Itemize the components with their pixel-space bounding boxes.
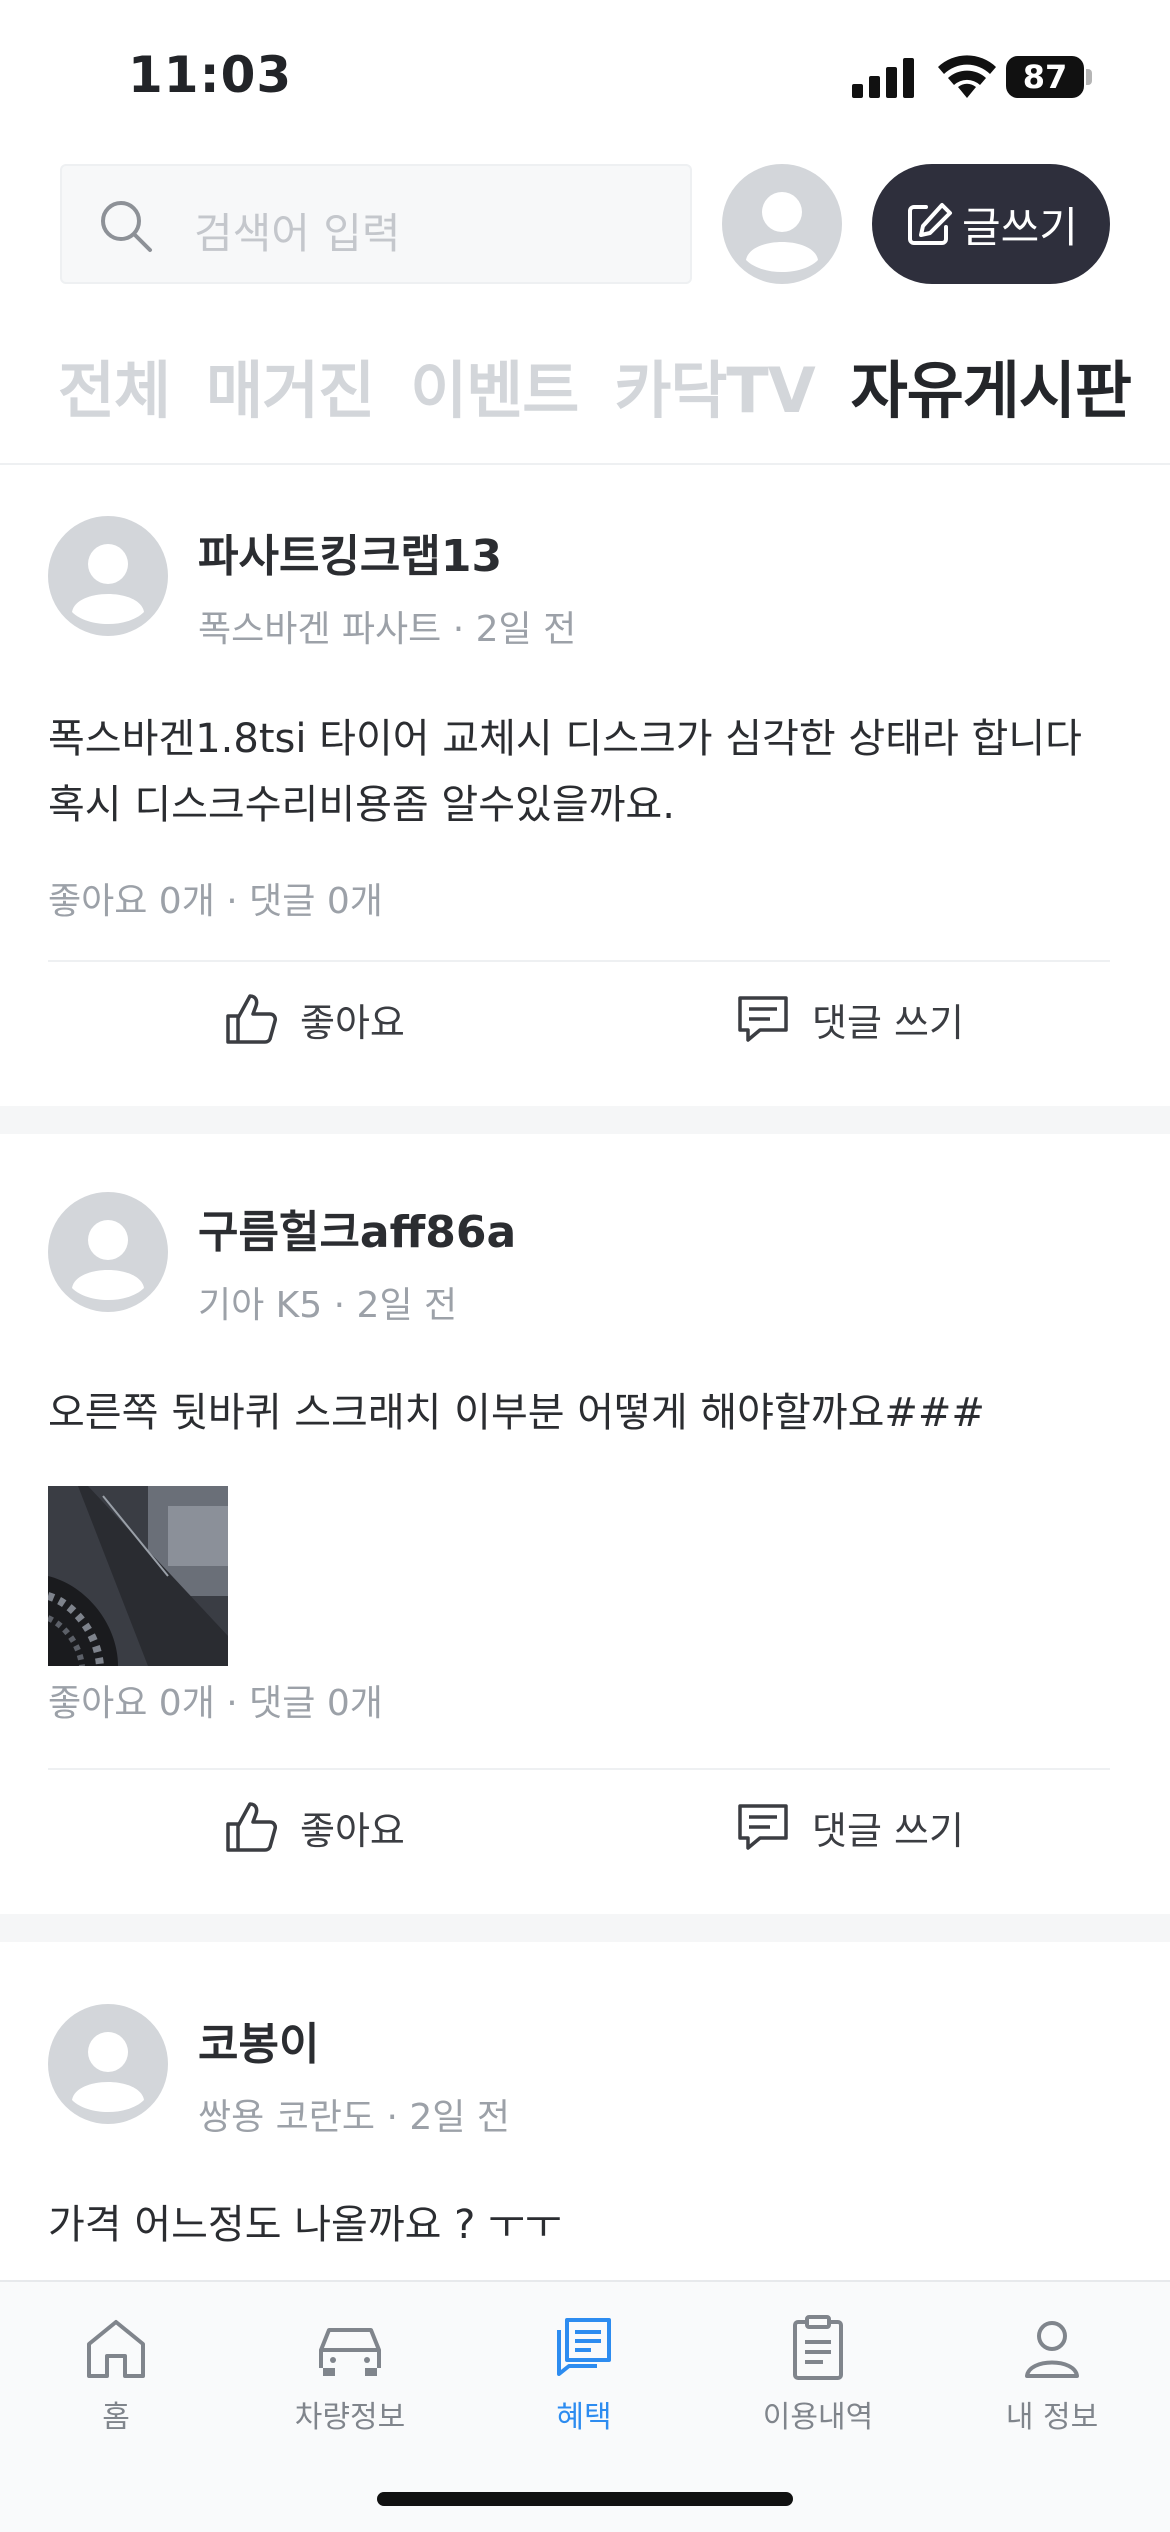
car-model: 쌍용 코란도 (198, 2097, 376, 2138)
comment-label: 댓글 쓰기 (812, 1808, 964, 1853)
divider (48, 1768, 1110, 1770)
post-meta: 폭스바겐 파사트 · 2일 전 (198, 609, 577, 650)
search-input[interactable]: 검색어 입력 (60, 164, 692, 284)
like-count: 좋아요 0개 (48, 881, 215, 922)
author-name[interactable]: 코봉이 (198, 2008, 319, 2072)
section-gap (0, 1914, 1170, 1942)
tab-magazine[interactable]: 매거진 (206, 340, 375, 430)
comment-icon (738, 996, 788, 1042)
cellular-signal-icon (852, 58, 914, 98)
status-bar: 11:03 87 (0, 0, 1170, 150)
thumbs-up-icon (226, 994, 277, 1044)
like-button[interactable]: 좋아요 (222, 1798, 405, 1856)
person-icon (1025, 2321, 1079, 2378)
tab-cardoc-tv[interactable]: 카닥TV (614, 340, 815, 430)
section-gap (0, 1106, 1170, 1134)
document-chat-icon (557, 2318, 611, 2376)
comment-icon (738, 1804, 788, 1850)
post-time: 2일 전 (356, 1285, 458, 1326)
divider (0, 463, 1170, 465)
author-avatar-icon[interactable] (48, 1192, 168, 1312)
author-name[interactable]: 파사트킹크랩13 (198, 520, 502, 584)
comment-count: 댓글 0개 (249, 881, 383, 922)
comment-count: 댓글 0개 (249, 1683, 383, 1724)
comment-button[interactable]: 댓글 쓰기 (734, 1798, 964, 1856)
post-time: 2일 전 (475, 609, 577, 650)
like-label: 좋아요 (300, 1000, 405, 1045)
author-avatar-icon[interactable] (48, 516, 168, 636)
author-name[interactable]: 구름헐크aff86a (198, 1196, 516, 1260)
nav-label: 홈 (102, 2400, 130, 2435)
post-meta: 기아 K5 · 2일 전 (198, 1285, 458, 1326)
like-button[interactable]: 좋아요 (222, 990, 405, 1048)
post-card: 코봉이 쌍용 코란도 · 2일 전 가격 어느정도 나올까요 ? ㅜㅜ (0, 1942, 1170, 2280)
home-indicator[interactable] (377, 2492, 793, 2506)
status-time: 11:03 (128, 46, 293, 104)
post-body[interactable]: 오른쪽 뒷바퀴 스크래치 이부분 어떻게 해야할까요### (48, 1380, 1118, 1446)
nav-car-info[interactable]: 차량정보 (260, 2312, 440, 2436)
post-body[interactable]: 폭스바겐1.8tsi 타이어 교체시 디스크가 심각한 상태라 합니다 혹시 디… (48, 706, 1118, 838)
nav-label: 혜택 (556, 2400, 612, 2435)
nav-label: 내 정보 (1005, 2400, 1099, 2435)
post-body[interactable]: 가격 어느정도 나올까요 ? ㅜㅜ (48, 2192, 1118, 2258)
nav-my-info[interactable]: 내 정보 (962, 2312, 1142, 2436)
home-icon (87, 2320, 145, 2378)
like-label: 좋아요 (300, 1808, 405, 1853)
author-avatar-icon[interactable] (48, 2004, 168, 2124)
write-button-label: 글쓰기 (962, 202, 1078, 252)
battery-icon: 87 (1006, 56, 1092, 98)
car-model: 폭스바겐 파사트 (198, 609, 442, 650)
post-counts: 좋아요 0개 · 댓글 0개 (48, 1683, 383, 1724)
like-count: 좋아요 0개 (48, 1683, 215, 1724)
write-post-button[interactable]: 글쓰기 (872, 164, 1110, 284)
car-scratch-photo (48, 1486, 228, 1666)
post-counts: 좋아요 0개 · 댓글 0개 (48, 881, 383, 922)
divider (48, 960, 1110, 962)
nav-history[interactable]: 이용내역 (728, 2312, 908, 2436)
category-tabs: 전체 매거진 이벤트 카닥TV 자유게시판 (58, 340, 1132, 430)
wifi-icon (938, 55, 996, 98)
comment-button[interactable]: 댓글 쓰기 (734, 990, 964, 1048)
post-card: 파사트킹크랩13 폭스바겐 파사트 · 2일 전 폭스바겐1.8tsi 타이어 … (0, 466, 1170, 1106)
car-model: 기아 K5 (198, 1285, 323, 1326)
app-screen: 11:03 87 검색어 입력 글쓰기 전체 매거진 이벤트 카닥TV 자유게시… (0, 0, 1170, 2532)
nav-home[interactable]: 홈 (26, 2312, 206, 2436)
tab-event[interactable]: 이벤트 (410, 340, 579, 430)
tab-free-board[interactable]: 자유게시판 (851, 340, 1132, 430)
nav-label: 이용내역 (762, 2400, 874, 2435)
clipboard-icon (793, 2315, 843, 2380)
search-icon (101, 201, 152, 252)
comment-label: 댓글 쓰기 (812, 1000, 964, 1045)
user-avatar-icon[interactable] (722, 164, 842, 284)
edit-icon (908, 203, 953, 245)
nav-label: 차량정보 (294, 2400, 406, 2435)
post-card: 구름헐크aff86a 기아 K5 · 2일 전 오른쪽 뒷바퀴 스크래치 이부분… (0, 1134, 1170, 1914)
post-meta: 쌍용 코란도 · 2일 전 (198, 2097, 510, 2138)
search-placeholder: 검색어 입력 (194, 209, 401, 258)
post-time: 2일 전 (409, 2097, 510, 2138)
nav-benefits[interactable]: 혜택 (494, 2312, 674, 2436)
tab-all[interactable]: 전체 (58, 340, 171, 430)
battery-level: 87 (1006, 56, 1084, 98)
thumbs-up-icon (226, 1802, 277, 1852)
post-photo[interactable] (48, 1486, 228, 1666)
car-icon (319, 2328, 381, 2376)
